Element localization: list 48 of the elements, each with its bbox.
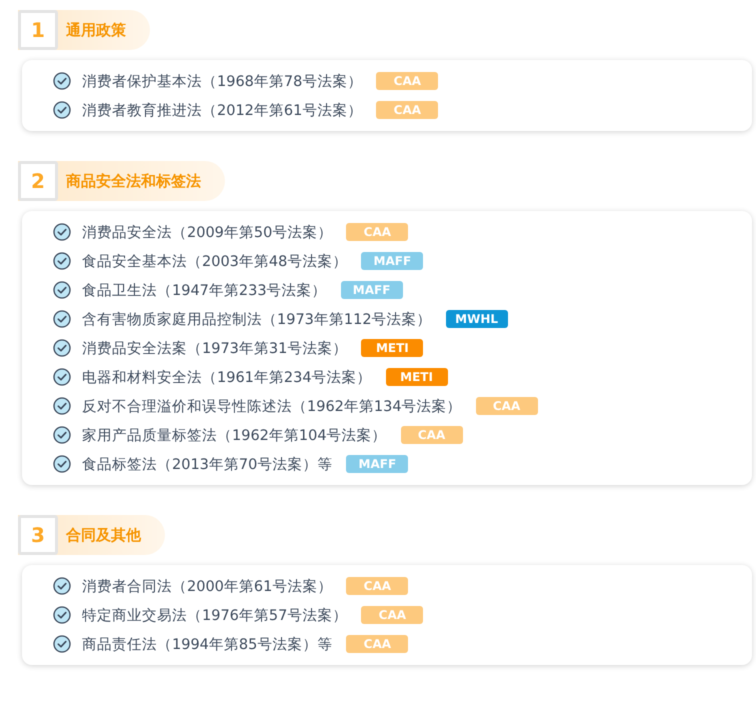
law-name: 商品责任法（1994年第85号法案）等 [82,636,332,654]
agency-tag: CAA [376,101,438,119]
agency-tag: CAA [376,72,438,90]
agency-tag: METI [386,368,448,386]
check-icon [52,71,72,91]
section-number: 2 [18,161,58,201]
law-name: 食品标签法（2013年第70号法案）等 [82,456,332,474]
check-icon [52,280,72,300]
law-name: 消费者保护基本法（1968年第78号法案） [82,72,362,90]
check-icon [52,222,72,242]
agency-tag: CAA [346,223,408,241]
check-icon [52,396,72,416]
agency-tag: MWHL [446,310,508,328]
section-title: 商品安全法和标签法 [66,172,201,190]
law-name: 特定商业交易法（1976年第57号法案） [82,606,348,624]
agency-tag: CAA [476,397,538,415]
section-number: 3 [18,515,58,555]
check-icon [52,100,72,120]
law-name: 家用产品质量标签法（1962年第104号法案） [82,426,387,444]
check-icon [52,338,72,358]
check-icon [52,367,72,387]
check-icon [52,309,72,329]
agency-tag: CAA [400,426,463,444]
law-name: 消费品安全法（2009年第50号法案） [82,224,332,242]
law-name: 电器和材料安全法（1961年第234号法案） [82,368,372,386]
agency-tag: MAFF [340,281,403,299]
agency-tag: MAFF [346,455,408,473]
agency-tag: MAFF [361,252,424,270]
check-icon [52,634,72,654]
law-name: 反对不合理溢价和误导性陈述法（1962年第134号法案） [82,398,462,416]
section-title: 合同及其他 [66,526,141,544]
law-name: 含有害物质家庭用品控制法（1973年第112号法案） [82,310,432,328]
law-name: 食品安全基本法（2003年第48号法案） [82,252,348,270]
section-title: 通用政策 [66,20,126,40]
agency-tag: CAA [361,606,424,624]
check-icon [52,454,72,474]
check-icon [52,251,72,271]
agency-tag: CAA [346,635,408,653]
law-name: 食品卫生法（1947年第233号法案） [82,282,327,300]
check-icon [52,425,72,445]
check-icon [52,605,72,625]
law-name: 消费品安全法案（1973年第31号法案） [82,340,348,358]
agency-tag: CAA [346,577,408,595]
law-name: 消费者合同法（2000年第61号法案） [82,578,332,596]
agency-tag: METI [361,339,424,357]
law-name: 消费者教育推进法（2012年第61号法案） [82,102,362,120]
check-icon [52,576,72,596]
section-number: 1 [18,10,58,50]
